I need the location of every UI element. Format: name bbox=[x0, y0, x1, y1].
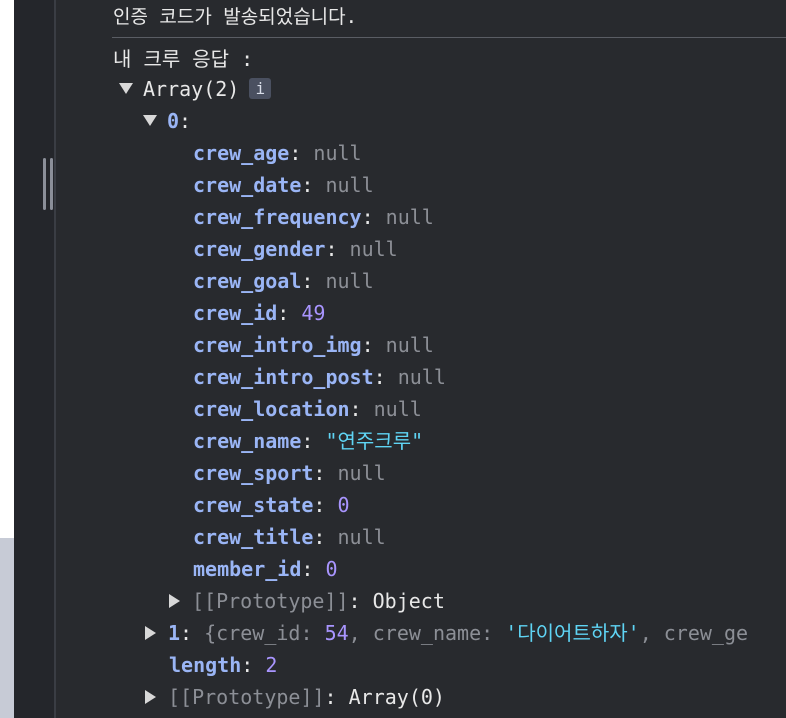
array-item-1-row[interactable]: 1: {crew_id: 54, crew_name: '다이어트하자', cr… bbox=[145, 617, 748, 649]
object-field-row: crew_location: null bbox=[193, 397, 422, 421]
array-root-toggle[interactable]: Array(2) i bbox=[119, 73, 272, 105]
expand-triangle-right-icon[interactable] bbox=[145, 689, 156, 704]
length-row: length: 2 bbox=[169, 653, 278, 677]
array-item-0-toggle[interactable]: 0: bbox=[143, 105, 191, 137]
field-value: null bbox=[349, 237, 398, 261]
field-value: 49 bbox=[301, 301, 326, 325]
expand-triangle-right-icon[interactable] bbox=[145, 625, 156, 640]
prototype-object-row[interactable]: [[Prototype]]: Object bbox=[169, 585, 445, 617]
field-key: crew_title bbox=[193, 525, 314, 549]
field-value: 0 bbox=[337, 493, 350, 517]
array-index-0: 0 bbox=[167, 109, 180, 133]
object-field-row: crew_intro_post: null bbox=[193, 365, 446, 389]
object-field-row: crew_gender: null bbox=[193, 237, 398, 261]
object-field-row: crew_frequency: null bbox=[193, 205, 434, 229]
page-content-strip bbox=[0, 0, 14, 538]
field-value: null bbox=[385, 205, 434, 229]
object-field-row: crew_state: 0 bbox=[193, 493, 350, 517]
field-key: crew_name bbox=[193, 429, 302, 453]
field-value: null bbox=[325, 173, 374, 197]
field-value: null bbox=[385, 333, 434, 357]
item1-prefix: {crew_id: bbox=[204, 621, 325, 645]
info-icon[interactable]: i bbox=[249, 78, 272, 99]
item1-mid: , crew_name: bbox=[348, 621, 506, 645]
field-key: crew_date bbox=[193, 173, 302, 197]
field-key: crew_intro_img bbox=[193, 333, 362, 357]
length-key: length bbox=[169, 653, 242, 677]
field-key: crew_state bbox=[193, 493, 314, 517]
object-field-row: crew_goal: null bbox=[193, 269, 374, 293]
field-key: crew_sport bbox=[193, 461, 314, 485]
object-field-row: crew_date: null bbox=[193, 173, 374, 197]
field-value: null bbox=[397, 365, 446, 389]
console-log-label: 내 크루 응답 : bbox=[113, 43, 253, 75]
page-content-strip-lower bbox=[0, 538, 14, 718]
prototype-key: [[Prototype]] bbox=[192, 589, 349, 613]
field-key: crew_frequency bbox=[193, 205, 362, 229]
console-output: 인증 코드가 발송되었습니다. 내 크루 응답 : Array(2) i 0: c… bbox=[56, 0, 786, 718]
resize-grip-icon[interactable] bbox=[50, 158, 53, 210]
length-value: 2 bbox=[265, 653, 278, 677]
field-key: crew_location bbox=[193, 397, 350, 421]
object-field-row: crew_title: null bbox=[193, 525, 386, 549]
prototype-value: Object bbox=[372, 589, 445, 613]
object-field-row: crew_id: 49 bbox=[193, 301, 326, 325]
item1-crew-name: '다이어트하자' bbox=[505, 621, 640, 645]
field-value: null bbox=[337, 461, 386, 485]
log-label-text: 내 크루 응답 : bbox=[113, 47, 254, 71]
field-key: crew_gender bbox=[193, 237, 326, 261]
array-index-1: 1 bbox=[168, 621, 181, 645]
array-root-label: Array(2) bbox=[143, 77, 240, 101]
expand-triangle-down-icon[interactable] bbox=[119, 83, 133, 94]
field-value: 0 bbox=[325, 557, 338, 581]
prototype-key: [[Prototype]] bbox=[168, 685, 325, 709]
object-field-row: crew_name: "연주크루" bbox=[193, 429, 424, 453]
object-field-row: member_id: 0 bbox=[193, 557, 338, 581]
item1-suffix: , crew_ge bbox=[639, 621, 749, 645]
resize-grip-icon[interactable] bbox=[43, 158, 46, 210]
field-key: member_id bbox=[193, 557, 302, 581]
field-key: crew_intro_post bbox=[193, 365, 374, 389]
panel-gutter bbox=[14, 0, 54, 718]
console-message-separator bbox=[112, 37, 786, 38]
field-value: null bbox=[373, 397, 422, 421]
field-value: "연주크루" bbox=[325, 429, 424, 453]
console-message-auth-code: 인증 코드가 발송되었습니다. bbox=[113, 6, 358, 28]
object-field-row: crew_age: null bbox=[193, 141, 362, 165]
field-value: null bbox=[337, 525, 386, 549]
field-value: null bbox=[313, 141, 362, 165]
prototype-value: Array(0) bbox=[348, 685, 445, 709]
field-key: crew_age bbox=[193, 141, 290, 165]
object-field-row: crew_intro_img: null bbox=[193, 333, 434, 357]
devtools-console-window: 인증 코드가 발송되었습니다. 내 크루 응답 : Array(2) i 0: c… bbox=[0, 0, 786, 718]
item1-crew-id: 54 bbox=[324, 621, 349, 645]
field-key: crew_id bbox=[193, 301, 278, 325]
field-value: null bbox=[325, 269, 374, 293]
field-key: crew_goal bbox=[193, 269, 302, 293]
prototype-array-row[interactable]: [[Prototype]]: Array(0) bbox=[145, 681, 445, 713]
index-colon: : bbox=[179, 109, 192, 133]
object-field-row: crew_sport: null bbox=[193, 461, 386, 485]
expand-triangle-down-icon[interactable] bbox=[143, 115, 157, 126]
expand-triangle-right-icon[interactable] bbox=[169, 593, 180, 608]
